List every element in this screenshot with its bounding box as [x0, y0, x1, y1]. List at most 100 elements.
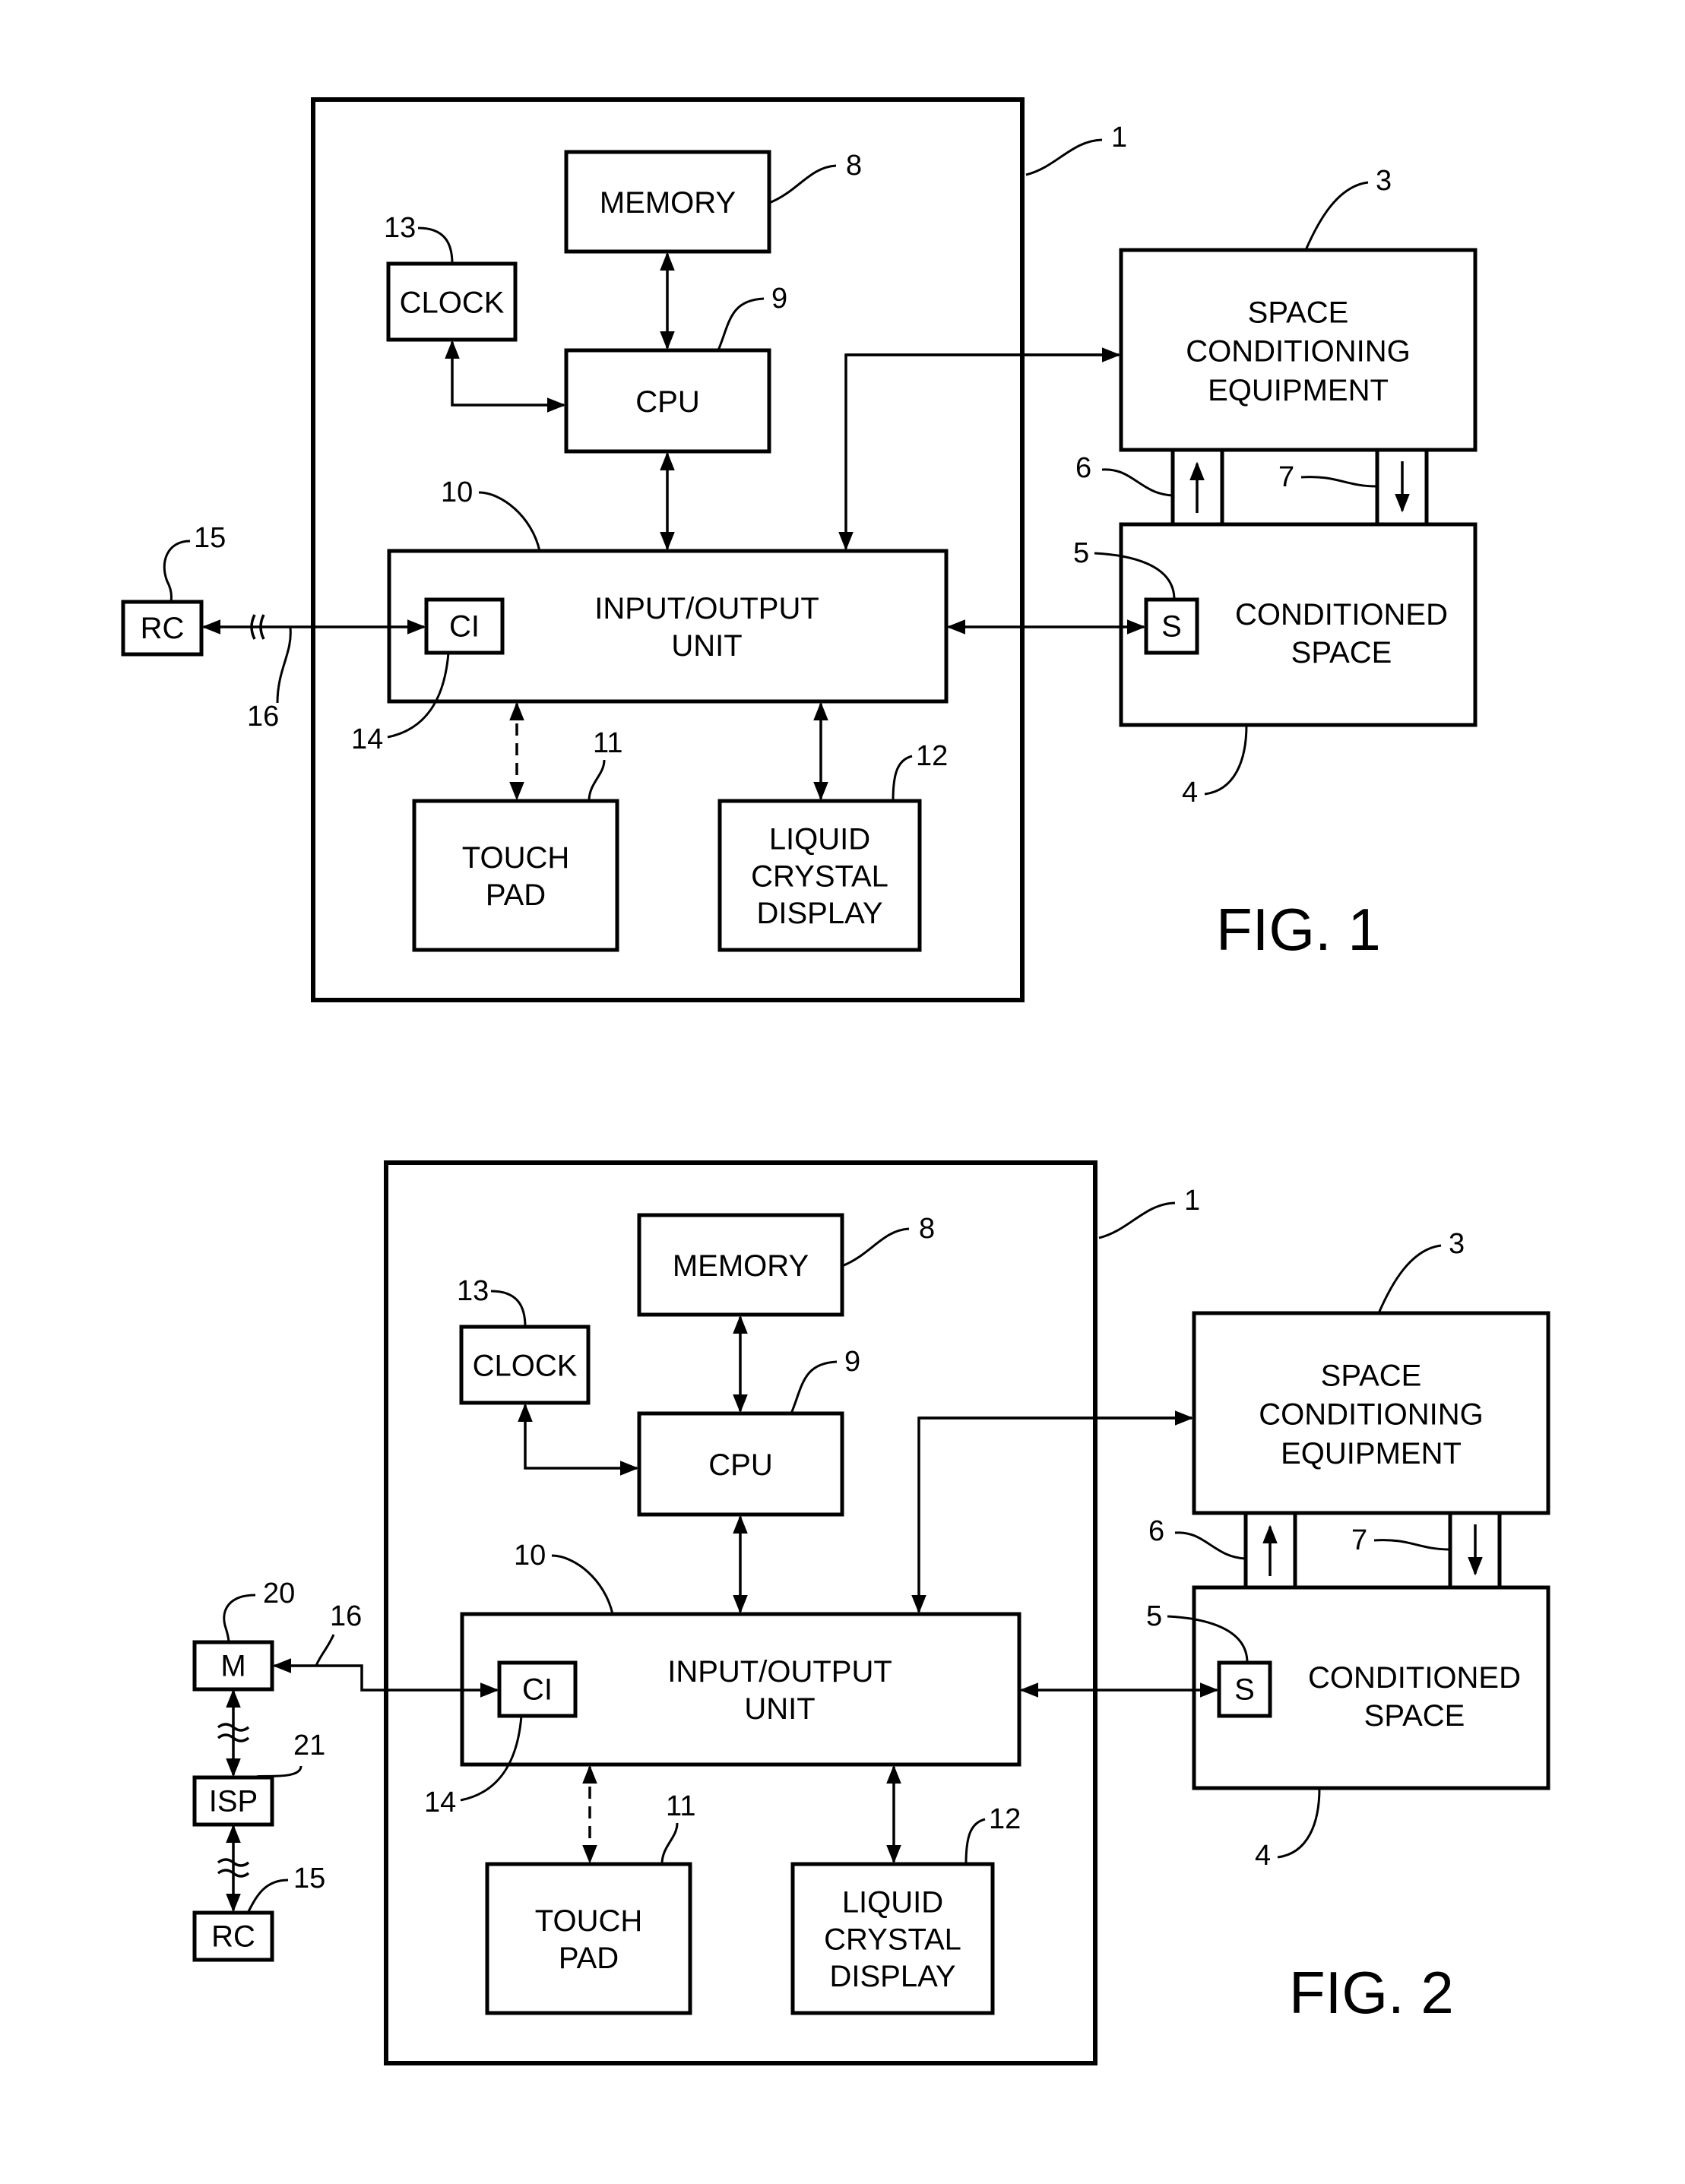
ref-sce: 3: [1376, 165, 1392, 197]
lcd-block: LIQUIDCRYSTAL DISPLAY: [790, 1862, 995, 2015]
ref-thermostat: 1: [1184, 1185, 1200, 1217]
ci-block-label: CI: [449, 610, 480, 644]
touchpad-block: TOUCHPAD: [485, 1862, 692, 2015]
clock-cpu-arrow: [445, 340, 566, 413]
lcd-block-label: DISPLAY: [757, 897, 883, 930]
leader-line: [768, 164, 837, 204]
clock-block-label: CLOCK: [400, 286, 505, 319]
io-unit-block-label: UNIT: [671, 629, 742, 663]
ref-rc: 15: [293, 1863, 325, 1894]
patent-diagram: 1 MEMORY 8 CLOCK 13 CPU 9 INPUT/OUTPUT UNIT 10 CI 1…: [121, 97, 1550, 2065]
touchpad-block-label: PAD: [486, 878, 546, 912]
sensor-block-label: S: [1234, 1673, 1255, 1707]
figure-caption: FIG. 2: [1289, 1959, 1454, 2026]
leader-line: [1098, 1201, 1176, 1239]
touchpad-block-frame: [412, 799, 619, 952]
sensor-block: S: [1144, 597, 1199, 655]
leader-line: [1304, 181, 1369, 251]
space-conditioning-equipment-block-label: SPACE: [1321, 1359, 1422, 1392]
memory-block: MEMORY: [564, 150, 771, 254]
space-conditioning-equipment-block-label: EQUIPMENT: [1208, 374, 1389, 407]
sensor-block-label: S: [1161, 610, 1182, 644]
figure-2: 1 MEMORY 8 CLOCK 13 CPU 9 INPUT/OUTPUTUNIT 10 CI 1…: [192, 1160, 1550, 2065]
clock-block: CLOCK: [459, 1325, 591, 1405]
ref-ci: 14: [351, 723, 383, 755]
ref-space: 4: [1255, 1840, 1271, 1872]
io-unit-block-label: INPUT/OUTPUT: [667, 1655, 892, 1689]
leader-line: [964, 1818, 986, 1865]
leader-line: [660, 1822, 679, 1865]
figure-caption: FIG. 1: [1216, 896, 1381, 963]
leader-line: [1204, 724, 1248, 796]
conditioned-space-label: SPACE: [1364, 1699, 1465, 1733]
cpu-block: CPU: [564, 348, 771, 454]
lcd-block: LIQUIDCRYSTAL DISPLAY: [717, 799, 922, 952]
touchpad-block-label: TOUCH: [535, 1904, 642, 1938]
space-conditioning-equipment-block: SPACE CONDITIONING EQUIPMENT: [1192, 1311, 1550, 1515]
ref-sensor: 5: [1073, 537, 1089, 569]
space-conditioning-equipment-block: SPACE CONDITIONING EQUIPMENT: [1119, 248, 1478, 452]
lcd-block-label: LIQUID: [842, 1886, 943, 1920]
ref-clock: 13: [384, 212, 416, 244]
remote-computer-block: RC: [192, 1910, 274, 1962]
leader-line: [1025, 138, 1103, 176]
ref-touchpad: 11: [666, 1790, 695, 1822]
leader-line: [315, 1634, 335, 1666]
ref-memory: 8: [846, 150, 862, 182]
io-unit-block-label: INPUT/OUTPUT: [594, 592, 819, 625]
ref-return-duct: 7: [1351, 1524, 1367, 1556]
lcd-block-label: CRYSTAL: [751, 859, 888, 893]
touchpad-block-label: TOUCH: [462, 841, 569, 875]
leader-line: [1300, 476, 1378, 488]
remote-computer-block-label: RC: [141, 612, 185, 645]
remote-computer-block-label: RC: [211, 1920, 255, 1954]
leader-line: [841, 1227, 910, 1268]
ref-ci: 14: [424, 1787, 456, 1818]
memory-block-label: MEMORY: [673, 1249, 809, 1283]
leader-line: [790, 1360, 838, 1414]
leader-line: [588, 759, 606, 802]
leader-line: [1101, 468, 1173, 497]
leader-line: [1377, 1244, 1442, 1314]
cpu-block-label: CPU: [635, 385, 699, 419]
ref-sce: 3: [1449, 1228, 1465, 1260]
touchpad-block: TOUCHPAD: [412, 799, 619, 952]
ref-io: 10: [514, 1540, 546, 1572]
leader-line: [490, 1290, 527, 1328]
touchpad-block-frame: [485, 1862, 692, 2015]
ref-lcd: 12: [916, 740, 948, 772]
lcd-block-label: DISPLAY: [830, 1960, 956, 1993]
ref-rc: 15: [194, 522, 226, 554]
ref-supply-duct: 6: [1075, 452, 1091, 484]
ci-block: CI: [497, 1660, 578, 1718]
ref-link: 16: [330, 1600, 362, 1632]
ci-block-label: CI: [522, 1673, 553, 1707]
leader-line: [163, 540, 191, 603]
clock-block-label: CLOCK: [473, 1349, 578, 1382]
ref-return-duct: 7: [1278, 461, 1294, 493]
conditioned-space-label: CONDITIONED: [1308, 1661, 1521, 1695]
ref-cpu: 9: [844, 1346, 860, 1378]
ref-touchpad: 11: [593, 727, 622, 759]
ref-cpu: 9: [771, 283, 787, 315]
clock-cpu-arrow: [518, 1403, 639, 1476]
conditioned-space-label: SPACE: [1291, 636, 1392, 669]
isp-block-label: ISP: [209, 1785, 258, 1818]
cpu-block: CPU: [637, 1411, 844, 1517]
remote-computer-block: RC: [121, 600, 204, 657]
ref-memory: 8: [919, 1213, 935, 1245]
ref-lcd: 12: [989, 1803, 1021, 1835]
space-conditioning-equipment-block-label: SPACE: [1248, 296, 1349, 329]
space-conditioning-equipment-block-label: CONDITIONING: [1186, 335, 1411, 369]
figure-1: 1 MEMORY 8 CLOCK 13 CPU 9 INPUT/OUTPUT UNIT 10 CI 1…: [121, 97, 1478, 1002]
ref-sensor: 5: [1146, 1600, 1162, 1632]
leader-line: [246, 1879, 289, 1913]
lcd-block-label: CRYSTAL: [824, 1923, 961, 1956]
ref-space: 4: [1182, 777, 1198, 809]
ref-io: 10: [441, 476, 473, 508]
leader-line: [254, 1765, 302, 1779]
leader-line: [276, 627, 292, 704]
clock-block: CLOCK: [386, 261, 518, 342]
ref-isp: 21: [293, 1730, 325, 1761]
leader-line: [1277, 1787, 1321, 1859]
